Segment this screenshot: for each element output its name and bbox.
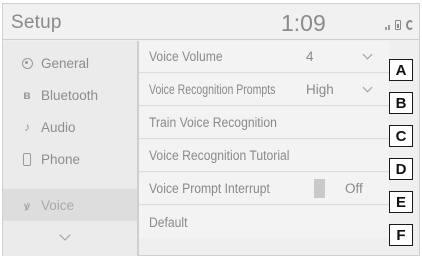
train-voice-recognition-row[interactable]: Train Voice Recognition	[139, 107, 389, 139]
row-label: Voice Recognition Prompts	[149, 82, 276, 97]
voice-recognition-prompts-row[interactable]: Voice Recognition Prompts High	[139, 74, 389, 106]
toggle-indicator[interactable]	[314, 179, 325, 198]
battery-icon	[395, 20, 401, 30]
status-icons	[385, 18, 414, 30]
chevron-down-icon	[59, 229, 71, 241]
sidebar-item-label: Bluetooth	[41, 87, 99, 103]
page-title: Setup	[11, 12, 62, 33]
music-note-icon: ♪	[24, 120, 30, 134]
voice-prompt-interrupt-row[interactable]: Voice Prompt Interrupt Off	[139, 173, 389, 205]
voice-recognition-tutorial-row[interactable]: Voice Recognition Tutorial	[139, 140, 389, 172]
sidebar-item-label: Voice	[41, 197, 75, 213]
signal-icon	[385, 24, 390, 30]
voice-volume-value: 4	[306, 49, 314, 64]
sidebar-item-voice[interactable]: ꝟ Voice	[3, 189, 137, 221]
voice-volume-row[interactable]: Voice Volume 4	[139, 41, 389, 73]
sidebar-item-label: Audio	[41, 119, 76, 135]
row-label: Default	[149, 214, 188, 230]
figure-frame: Setup 1:09 General ʙ Bluetooth ♪ Audio P…	[0, 0, 422, 259]
phone-icon	[19, 152, 35, 166]
row-label: Voice Recognition Tutorial	[149, 148, 290, 163]
callout-label-c: C	[389, 125, 413, 147]
sidebar-item-phone[interactable]: Phone	[3, 143, 137, 175]
callout-label-b: B	[389, 92, 413, 114]
callout-label-d: D	[389, 158, 413, 180]
callout-label-a: A	[389, 59, 413, 81]
sidebar-item-label: General	[41, 55, 90, 71]
toggle-value: Off	[345, 181, 363, 196]
sidebar-item-label: Phone	[41, 151, 81, 167]
sidebar-more-button[interactable]	[3, 221, 137, 253]
bluetooth-icon: ʙ	[23, 88, 31, 102]
chevron-down-icon[interactable]	[362, 49, 373, 60]
callout-label-f: F	[389, 224, 413, 246]
callout-label-e: E	[389, 191, 413, 213]
header-bar: Setup 1:09	[3, 4, 419, 40]
gear-icon	[19, 57, 35, 69]
voice-settings-list: Voice Volume 4 Voice Recognition Prompts…	[139, 41, 419, 256]
connection-icon	[406, 20, 414, 30]
voice-recognition-prompts-value: High	[306, 82, 334, 97]
head-unit-screen: Setup 1:09 General ʙ Bluetooth ♪ Audio P…	[2, 3, 420, 256]
row-label: Voice Prompt Interrupt	[149, 181, 270, 196]
clock: 1:09	[281, 10, 326, 36]
sidebar: General ʙ Bluetooth ♪ Audio Phone ꝟ Voic…	[3, 41, 137, 256]
default-row[interactable]: Default	[139, 206, 389, 238]
row-label: Train Voice Recognition	[149, 115, 277, 130]
sidebar-item-bluetooth[interactable]: ʙ Bluetooth	[3, 79, 137, 111]
sidebar-item-general[interactable]: General	[3, 47, 137, 79]
sidebar-item-audio[interactable]: ♪ Audio	[3, 111, 137, 143]
chevron-down-icon[interactable]	[362, 82, 373, 93]
row-label: Voice Volume	[149, 49, 223, 64]
voice-icon: ꝟ	[23, 198, 31, 213]
